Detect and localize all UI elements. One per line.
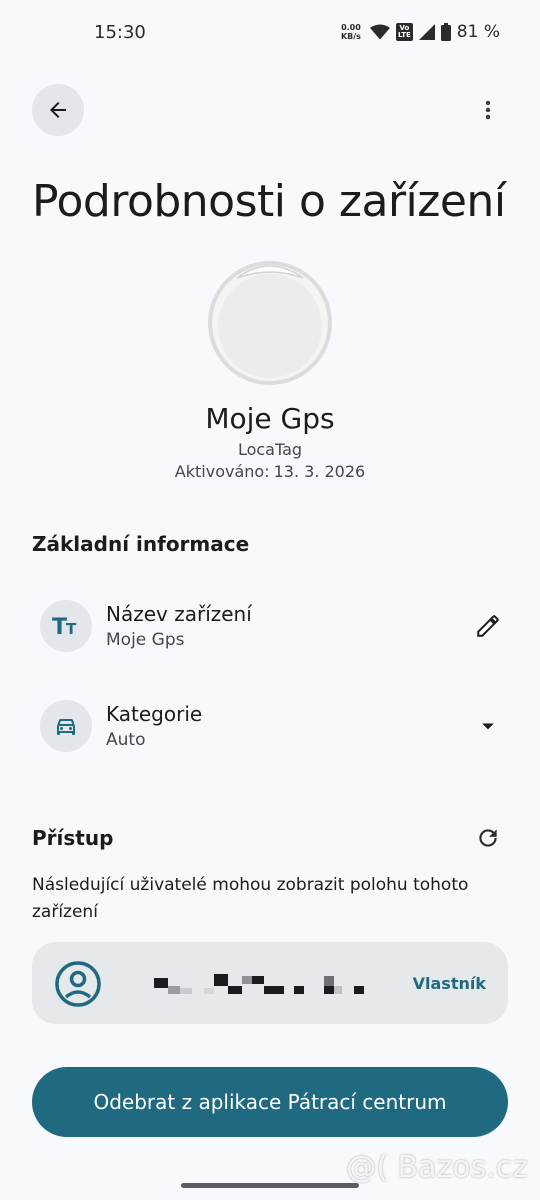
- svg-text:T: T: [52, 615, 67, 638]
- status-time: 15:30: [94, 22, 146, 43]
- battery-icon: [440, 23, 451, 41]
- edit-name-button[interactable]: [472, 610, 504, 642]
- more-options-button[interactable]: [468, 90, 508, 130]
- network-speed-indicator: 0.00 KB/s: [340, 23, 361, 41]
- home-indicator[interactable]: [181, 1183, 359, 1188]
- user-role-badge: Vlastník: [412, 974, 486, 993]
- status-bar: 15:30 0.00 KB/s Vo LTE 81 %: [0, 0, 540, 68]
- arrow-back-icon: [50, 102, 66, 118]
- more-vert-icon: [485, 100, 491, 120]
- volte-badge: Vo LTE: [395, 23, 413, 41]
- page-title: Podrobnosti o zařízení: [32, 176, 506, 227]
- refresh-icon: [479, 829, 497, 847]
- back-button[interactable]: [32, 84, 84, 136]
- category-dropdown-button[interactable]: [472, 710, 504, 742]
- device-name: Moje Gps: [205, 402, 335, 435]
- category-title: Kategorie: [106, 702, 203, 726]
- remove-device-button[interactable]: Odebrat z aplikace Pátrací centrum: [32, 1067, 508, 1137]
- device-name-value: Moje Gps: [106, 630, 185, 650]
- status-icons: 0.00 KB/s Vo LTE 81 %: [338, 22, 500, 42]
- device-activation: Aktivováno: 13. 3. 2026: [0, 462, 540, 481]
- device-name-icon-container: T T: [40, 600, 92, 652]
- user-card[interactable]: Vlastník: [32, 942, 508, 1024]
- access-description: Následující uživatelé mohou zobrazit pol…: [32, 875, 469, 922]
- user-name-pixelated: [154, 974, 364, 994]
- car-icon: [57, 719, 75, 735]
- text-format-icon: T T: [52, 615, 77, 638]
- svg-text:T: T: [66, 620, 77, 638]
- device-name-title: Název zařízení: [106, 602, 252, 626]
- category-value: Auto: [106, 730, 146, 750]
- activated-label: Aktivováno:: [174, 462, 270, 481]
- basic-info-heading: Základní informace: [32, 532, 250, 556]
- device-tag-image: [208, 261, 332, 385]
- dropdown-arrow-icon: [482, 723, 494, 730]
- watermark: @( Bazos.cz: [346, 1150, 528, 1185]
- wifi-icon: [369, 24, 390, 40]
- device-brand: LocaTag: [237, 440, 303, 459]
- account-circle-icon: [55, 961, 101, 1007]
- category-icon-container: [40, 700, 92, 752]
- pencil-icon: [477, 615, 499, 637]
- activated-date: 13. 3. 2026: [273, 462, 366, 481]
- battery-level: 81 %: [456, 22, 500, 42]
- refresh-access-button[interactable]: [472, 822, 504, 854]
- signal-icon: [418, 24, 435, 40]
- access-heading: Přístup: [32, 826, 114, 850]
